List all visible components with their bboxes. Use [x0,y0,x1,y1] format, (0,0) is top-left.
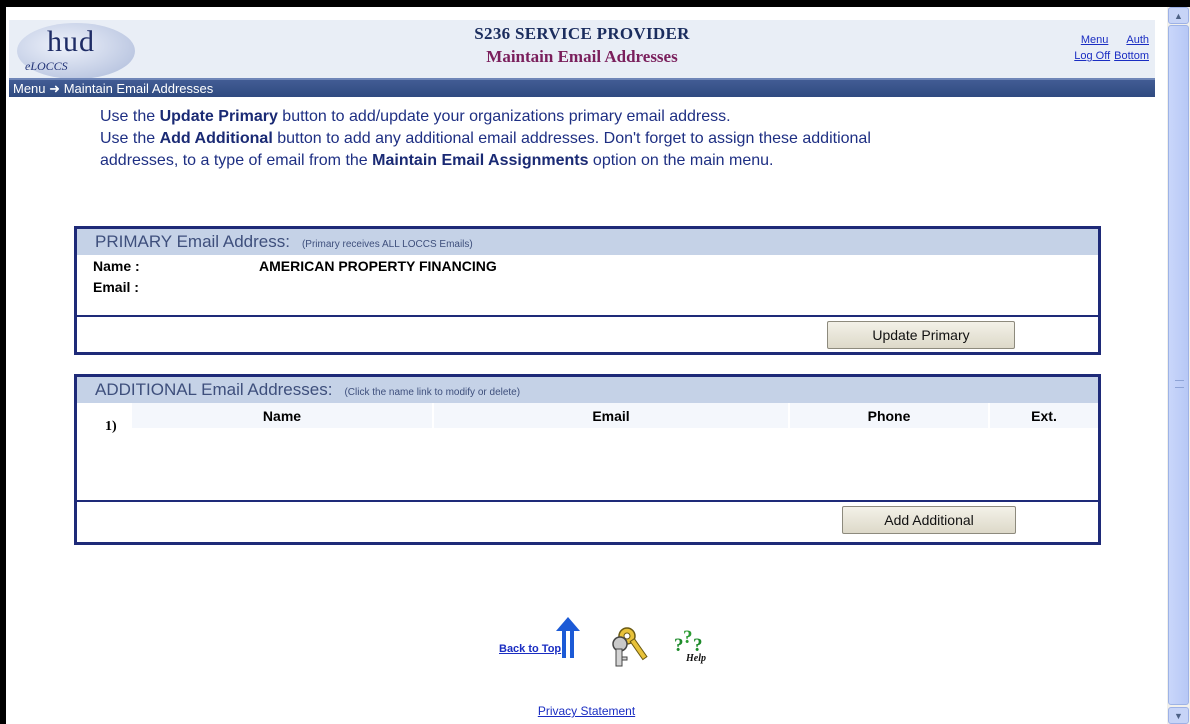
header-links: Menu Auth Log Off Bottom [1074,32,1149,64]
scroll-thumb[interactable] [1168,25,1189,705]
instruction-line-1: Use the Update Primary button to add/upd… [100,108,731,125]
additional-panel-title: ADDITIONAL Email Addresses: [95,380,333,399]
additional-button-row: Add Additional [77,500,1098,542]
breadcrumb-menu[interactable]: Menu [13,81,46,96]
additional-panel-header: ADDITIONAL Email Addresses: (Click the n… [77,377,1098,403]
logoff-link[interactable]: Log Off [1074,48,1110,64]
privacy-statement: Privacy Statement [6,704,1167,718]
primary-panel-note: (Primary receives ALL LOCCS Emails) [301,239,473,250]
primary-email-label: Email : [93,279,139,295]
primary-panel-header: PRIMARY Email Address: (Primary receives… [77,229,1098,255]
breadcrumb-current: Maintain Email Addresses [63,81,214,96]
bottom-link[interactable]: Bottom [1114,48,1149,64]
scroll-down-arrow-icon[interactable]: ▼ [1168,707,1189,724]
help-icon[interactable]: ? ? ? Help [674,627,714,667]
instruction-line-3: addresses, to a type of email from the M… [100,152,774,169]
breadcrumb-arrow-icon: ➜ [49,81,61,96]
page-viewport: hud eLOCCS S236 SERVICE PROVIDER Maintai… [6,7,1167,724]
footer-icons: Back to Top ? ? ? Help [6,617,1167,677]
page-title: S236 SERVICE PROVIDER [474,24,690,43]
breadcrumb: Menu ➜ Maintain Email Addresses [9,78,1155,97]
page-subtitle: Maintain Email Addresses [486,47,678,66]
auth-link[interactable]: Auth [1126,32,1149,48]
scroll-up-arrow-icon[interactable]: ▲ [1168,7,1189,24]
page-header: hud eLOCCS S236 SERVICE PROVIDER Maintai… [9,20,1155,85]
additional-panel-note: (Click the name link to modify or delete… [344,387,521,398]
primary-name-value: AMERICAN PROPERTY FINANCING [259,258,497,274]
add-additional-button[interactable]: Add Additional [842,506,1016,534]
vertical-scrollbar[interactable]: ▲ ▼ [1167,7,1190,724]
menu-link[interactable]: Menu [1081,32,1109,48]
up-arrow-icon [556,617,580,631]
back-to-top-label: Back to Top [499,643,562,655]
primary-email-row: Email : [77,276,1098,297]
instructions: Use the Update Primary button to add/upd… [100,106,1100,172]
update-primary-button[interactable]: Update Primary [827,321,1015,349]
additional-email-panel: ADDITIONAL Email Addresses: (Click the n… [74,374,1101,545]
instruction-line-2: Use the Add Additional button to add any… [100,130,871,147]
additional-table-header: Name Email Phone Ext. [77,403,1098,428]
primary-email-panel: PRIMARY Email Address: (Primary receives… [74,226,1101,355]
primary-name-row: Name : AMERICAN PROPERTY FINANCING [77,255,1098,276]
primary-panel-title: PRIMARY Email Address: [95,232,290,251]
privacy-statement-link[interactable]: Privacy Statement [538,704,635,718]
back-to-top-button[interactable]: Back to Top [496,617,586,667]
column-header-ext: Ext. [1031,408,1057,424]
primary-button-row: Update Primary [77,315,1098,352]
keys-icon[interactable] [607,624,655,668]
column-header-email: Email [592,408,630,424]
primary-name-label: Name : [93,258,140,274]
help-label: Help [686,653,706,664]
column-header-name: Name [262,408,302,424]
table-row-number: 1) [105,419,117,434]
column-header-phone: Phone [867,408,911,424]
